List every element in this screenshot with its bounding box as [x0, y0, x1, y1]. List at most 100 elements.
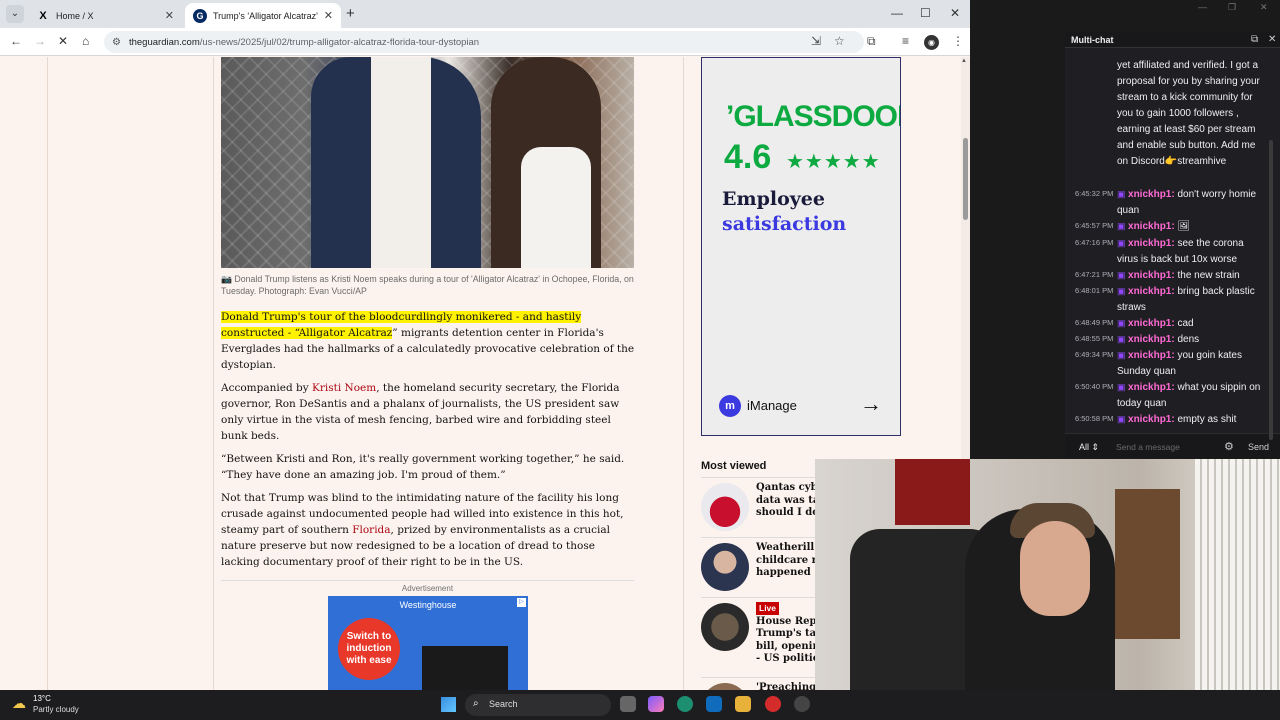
username[interactable]: xnickhp1:: [1128, 221, 1175, 232]
timestamp: 6:47:21 PM: [1075, 270, 1114, 279]
close-icon[interactable]: ✕: [1268, 34, 1276, 45]
chat-message-input[interactable]: Send a message: [1111, 439, 1219, 455]
task-view-icon[interactable]: [620, 696, 636, 712]
extensions-icon[interactable]: ⧉: [867, 34, 876, 49]
username[interactable]: xnickhp1:: [1128, 189, 1175, 200]
browser-toolbar: ← → ✕ ⌂ ⚙ theguardian.com/us-news/2025/j…: [0, 28, 970, 56]
ad-stove-image: [422, 646, 508, 690]
maximize-icon[interactable]: ☐: [920, 6, 931, 20]
obs-icon[interactable]: [765, 696, 781, 712]
close-icon[interactable]: ✕: [1260, 2, 1268, 13]
minimize-icon[interactable]: —: [1198, 2, 1207, 12]
message-text: empty as shit: [1174, 414, 1237, 425]
outlook-icon[interactable]: [706, 696, 722, 712]
maximize-icon[interactable]: ❐: [1228, 2, 1236, 13]
bookmark-star-icon[interactable]: ☆: [834, 34, 845, 48]
windows-start-icon[interactable]: [441, 697, 456, 712]
thumbnail: [701, 543, 749, 591]
sub-badge-icon: ▣: [1117, 238, 1129, 248]
address-bar[interactable]: ⚙ theguardian.com/us-news/2025/jul/02/tr…: [104, 31, 864, 53]
grid-line: [47, 57, 48, 690]
username[interactable]: xnickhp1:: [1128, 318, 1175, 329]
thumbnail: [701, 603, 749, 651]
timestamp: 6:49:34 PM: [1075, 350, 1114, 359]
sub-badge-icon: ▣: [1117, 270, 1129, 280]
scroll-up-icon[interactable]: ▲: [961, 58, 967, 64]
stop-icon[interactable]: ✕: [58, 34, 68, 48]
new-tab-icon[interactable]: +: [346, 5, 355, 22]
weather-description[interactable]: Partly cloudy: [33, 705, 79, 714]
photo-caption: 📷 Donald Trump listens as Kristi Noem sp…: [221, 273, 634, 297]
sub-badge-icon: ▣: [1117, 318, 1129, 328]
most-viewed-item[interactable]: Qantas cybe data was tal should I do: [701, 477, 824, 537]
username[interactable]: xnickhp1:: [1128, 286, 1175, 297]
grid-line: [213, 57, 214, 690]
bookshelf: [1115, 489, 1180, 639]
back-icon[interactable]: ←: [10, 34, 22, 48]
more-menu-icon[interactable]: ⋮: [952, 34, 964, 48]
taskbar-search[interactable]: ⌕ Search: [465, 694, 611, 716]
sub-badge-icon: ▣: [1117, 221, 1129, 231]
tab-close-icon[interactable]: ✕: [324, 9, 333, 22]
username[interactable]: xnickhp1:: [1128, 414, 1175, 425]
popout-icon[interactable]: ⧉: [1251, 34, 1258, 45]
ad-headline-accent: satisfaction: [722, 213, 847, 235]
most-viewed-item[interactable]: Live House Repu Trump's tax bill, openin - …: [701, 597, 824, 677]
forward-icon[interactable]: →: [34, 34, 46, 48]
send-button[interactable]: Send: [1248, 442, 1269, 452]
westinghouse-ad[interactable]: Westinghouse Switch to induction with ea…: [328, 596, 528, 690]
site-info-icon[interactable]: ⚙: [112, 37, 121, 48]
message-text: cad: [1174, 318, 1194, 329]
glassdoor-ad[interactable]: ’GLASSDOOR’ 4.6 ★★★★★ Employee satisfact…: [701, 57, 901, 436]
scrollbar-thumb[interactable]: [963, 138, 968, 220]
tab-home-x[interactable]: X Home / X ✕: [28, 3, 182, 28]
minimize-icon[interactable]: —: [891, 6, 903, 20]
sub-badge-icon: ▣: [1117, 414, 1129, 424]
ad-brand: ’GLASSDOOR’: [726, 100, 900, 133]
search-label: Search: [489, 699, 518, 709]
edge-icon[interactable]: [677, 696, 693, 712]
ad-rating: 4.6: [724, 138, 772, 176]
tab-search-icon[interactable]: ⌄: [6, 5, 24, 23]
arrow-right-icon[interactable]: →: [860, 391, 882, 417]
timestamp: 6:47:16 PM: [1075, 238, 1114, 247]
paragraph: “Between Kristi and Ron, it's really gov…: [221, 453, 625, 481]
username[interactable]: xnickhp1:: [1128, 382, 1175, 393]
username[interactable]: xnickhp1:: [1128, 270, 1175, 281]
emote-icon: 🖼: [1174, 221, 1191, 232]
link-florida[interactable]: Florida: [352, 524, 390, 536]
screen: — ❐ ✕ ⌄ X Home / X ✕ G Trump's 'Alligato…: [0, 0, 1280, 720]
url-text[interactable]: theguardian.com/us-news/2025/jul/02/trum…: [129, 37, 479, 48]
weather-icon[interactable]: ☁: [12, 695, 26, 712]
article-photo[interactable]: [221, 57, 634, 268]
close-icon[interactable]: ✕: [950, 6, 960, 20]
media-icon[interactable]: ≡: [902, 34, 909, 48]
install-app-icon[interactable]: ⇲: [811, 34, 821, 48]
copilot-icon[interactable]: [648, 696, 664, 712]
timestamp: 6:50:58 PM: [1075, 414, 1114, 423]
settings-icon[interactable]: [794, 696, 810, 712]
profile-avatar[interactable]: ◉: [924, 35, 939, 50]
most-viewed-item[interactable]: Weatherill t childcare re happened: [701, 537, 823, 597]
file-explorer-icon[interactable]: [735, 696, 751, 712]
most-viewed-item[interactable]: 'Preaching: [701, 677, 821, 690]
tab-close-icon[interactable]: ✕: [165, 9, 174, 22]
chat-filter-select[interactable]: All ⇕: [1079, 442, 1099, 453]
username[interactable]: xnickhp1:: [1128, 350, 1175, 361]
paragraph: Accompanied by Kristi Noem, the homeland…: [221, 380, 635, 444]
tab-guardian-article[interactable]: G Trump's 'Alligator Alcatraz' tour ✕: [185, 3, 341, 28]
link-kristi-noem[interactable]: Kristi Noem: [312, 382, 376, 394]
photo-top: [521, 147, 591, 268]
chat-scrollbar[interactable]: [1269, 140, 1273, 440]
home-icon[interactable]: ⌂: [82, 34, 89, 48]
username[interactable]: xnickhp1:: [1128, 334, 1175, 345]
ad-headline: Employee: [722, 188, 825, 210]
username[interactable]: xnickhp1:: [1128, 238, 1175, 249]
weather-temperature[interactable]: 13°C: [33, 694, 51, 703]
gear-icon[interactable]: ⚙: [1224, 440, 1234, 453]
ad-cta[interactable]: Switch to induction with ease: [338, 618, 400, 680]
timestamp: 6:50:40 PM: [1075, 382, 1114, 391]
thumbnail: [701, 683, 749, 690]
adchoices-icon[interactable]: ▷: [517, 598, 526, 607]
window-blinds: [1195, 459, 1280, 690]
